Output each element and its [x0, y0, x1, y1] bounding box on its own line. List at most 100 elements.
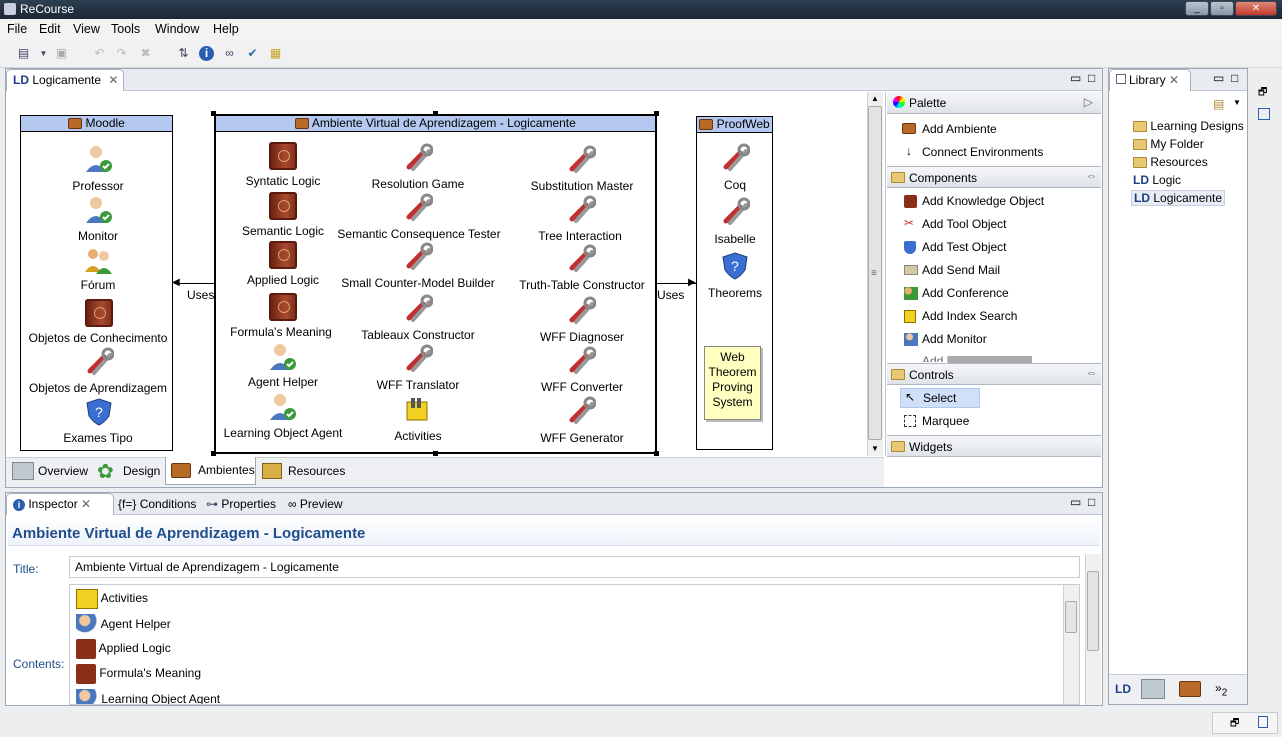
selection-handle[interactable]: [211, 451, 216, 456]
library-panel: Library ✕ ▭ □ ▤ ▼ Learning Designs My Fo…: [1108, 68, 1248, 705]
note[interactable]: Web Theorem Proving System: [704, 346, 761, 420]
library-item[interactable]: LD Logic: [1133, 173, 1181, 187]
conference-icon: [84, 246, 112, 276]
info-icon[interactable]: i: [199, 46, 214, 61]
delete-icon[interactable]: ✖: [138, 46, 153, 61]
fast-view-icon[interactable]: [1258, 716, 1268, 728]
new-icon[interactable]: ▤: [16, 46, 31, 61]
save-icon[interactable]: ▣: [54, 46, 69, 61]
dropdown-icon[interactable]: ▼: [36, 46, 51, 61]
tab-resources[interactable]: Resources: [258, 458, 348, 484]
restore-button[interactable]: ▫: [1210, 1, 1234, 16]
menu-file[interactable]: File: [7, 22, 27, 36]
clipboard-icon[interactable]: ▦: [268, 46, 283, 61]
contents-scroll-thumb[interactable]: [1065, 601, 1077, 633]
components-drawer[interactable]: Components ⇔: [887, 166, 1101, 188]
tab-properties[interactable]: ⊶ Properties: [206, 497, 276, 511]
library-item[interactable]: My Folder: [1133, 137, 1204, 151]
palette-add-tool-object[interactable]: ✂ Add Tool Object: [904, 216, 1007, 231]
pointer-icon: ↖: [905, 390, 916, 404]
list-item[interactable]: Activities: [76, 589, 148, 609]
contents-list[interactable]: Activities Agent Helper Applied Logic Fo…: [69, 584, 1080, 705]
ava-item: Small Counter-Model Builder: [341, 276, 495, 290]
maximize-icon[interactable]: □: [1231, 71, 1238, 85]
pin-icon[interactable]: ⇔: [1086, 367, 1097, 379]
menu-edit[interactable]: Edit: [39, 22, 61, 36]
restore-view-icon[interactable]: 🗗: [1258, 85, 1267, 102]
selection-handle[interactable]: [211, 111, 216, 116]
tab-logicamente[interactable]: LD Logicamente ✕: [6, 69, 124, 91]
binoculars-icon[interactable]: ∞: [222, 46, 237, 61]
library-item[interactable]: Learning Designs: [1133, 119, 1244, 133]
palette-marquee[interactable]: Marquee: [904, 414, 969, 428]
menu-help[interactable]: Help: [213, 22, 239, 36]
fast-view-icon[interactable]: [1258, 108, 1270, 120]
list-item[interactable]: Formula's Meaning: [76, 664, 201, 684]
minimize-icon[interactable]: ▭: [1213, 71, 1224, 85]
pin-icon[interactable]: ⇔: [1086, 170, 1097, 182]
maximize-icon[interactable]: □: [1088, 495, 1095, 509]
sash-grip[interactable]: ≡: [871, 268, 877, 279]
selection-handle[interactable]: [654, 111, 659, 116]
tab-ambientes[interactable]: Ambientes: [165, 457, 256, 485]
restore-icon[interactable]: 🗗: [1230, 716, 1239, 733]
shield-icon: [904, 241, 916, 254]
controls-drawer[interactable]: Controls ⇔: [887, 363, 1101, 385]
minimize-button[interactable]: _: [1185, 1, 1209, 16]
minimize-icon[interactable]: ▭: [1070, 71, 1081, 85]
scroll-down-icon[interactable]: ▼: [871, 444, 879, 453]
view-menu-icon[interactable]: ▼: [1233, 98, 1241, 107]
palette-item-label: Add Tool Object: [922, 217, 1007, 231]
palette-select[interactable]: ↖ Select: [900, 388, 980, 408]
close-button[interactable]: ✕: [1235, 1, 1277, 16]
palette-connect-environments[interactable]: ↓ Connect Environments: [906, 144, 1043, 159]
library-item-selected[interactable]: LD Logicamente: [1131, 190, 1226, 206]
selection-handle[interactable]: [654, 451, 659, 456]
selection-handle[interactable]: [433, 451, 438, 456]
briefcase-tab-icon[interactable]: [1179, 681, 1201, 697]
palette-add-monitor[interactable]: Add Monitor: [904, 332, 987, 346]
list-item[interactable]: Learning Object Agent: [76, 689, 220, 704]
maximize-icon[interactable]: □: [1088, 71, 1095, 85]
close-tab-icon[interactable]: ✕: [108, 73, 118, 87]
widgets-drawer[interactable]: Widgets: [887, 435, 1101, 457]
tab-library[interactable]: Library ✕: [1109, 69, 1191, 91]
tab-conditions[interactable]: {f=} Conditions: [118, 497, 196, 511]
palette-add-conference[interactable]: Add Conference: [904, 286, 1009, 300]
selection-handle[interactable]: [433, 111, 438, 116]
inspector-scroll-thumb[interactable]: [1087, 571, 1099, 651]
close-tab-icon[interactable]: ✕: [1169, 73, 1179, 87]
minimize-icon[interactable]: ▭: [1070, 495, 1081, 509]
palette-add-knowledge-object[interactable]: Add Knowledge Object: [904, 194, 1044, 208]
tab-design[interactable]: ✿ Design: [93, 458, 163, 484]
close-tab-icon[interactable]: ✕: [81, 497, 91, 511]
menu-tools[interactable]: Tools: [111, 22, 140, 36]
library-item[interactable]: Resources: [1133, 155, 1208, 169]
palette-add-test-object[interactable]: Add Test Object: [904, 240, 1007, 254]
menu-window[interactable]: Window: [155, 22, 199, 36]
uses-connector-left[interactable]: [174, 283, 215, 284]
list-item[interactable]: Applied Logic: [76, 639, 171, 659]
palette-icon: [893, 96, 905, 108]
check-icon[interactable]: ✔: [245, 46, 260, 61]
title-input[interactable]: Ambiente Virtual de Aprendizagem - Logic…: [69, 556, 1080, 578]
palette-add-index-search[interactable]: Add Index Search: [904, 309, 1017, 323]
tab-inspector[interactable]: i Inspector ✕: [6, 493, 114, 515]
scroll-up-icon[interactable]: ▲: [871, 94, 879, 103]
person-icon: [84, 144, 112, 174]
tab-overview[interactable]: Overview: [8, 458, 92, 484]
list-item[interactable]: Agent Helper: [76, 614, 171, 636]
tab-preview[interactable]: ∞ Preview: [288, 497, 343, 511]
tool-icon: [403, 193, 434, 223]
palette-collapse-icon[interactable]: ▷: [1084, 95, 1093, 109]
new-folder-icon[interactable]: ▤: [1213, 97, 1224, 111]
ld-tab-icon[interactable]: LD: [1115, 682, 1131, 696]
more-tabs-icon[interactable]: »2: [1215, 681, 1227, 698]
palette-add-send-mail[interactable]: Add Send Mail: [904, 263, 1000, 277]
undo-icon[interactable]: ↶: [92, 46, 107, 61]
overview-tab-icon[interactable]: [1141, 679, 1165, 699]
palette-add-ambiente[interactable]: Add Ambiente: [902, 122, 997, 136]
hierarchy-icon[interactable]: ⇅: [176, 46, 191, 61]
menu-view[interactable]: View: [73, 22, 100, 36]
redo-icon[interactable]: ↷: [114, 46, 129, 61]
